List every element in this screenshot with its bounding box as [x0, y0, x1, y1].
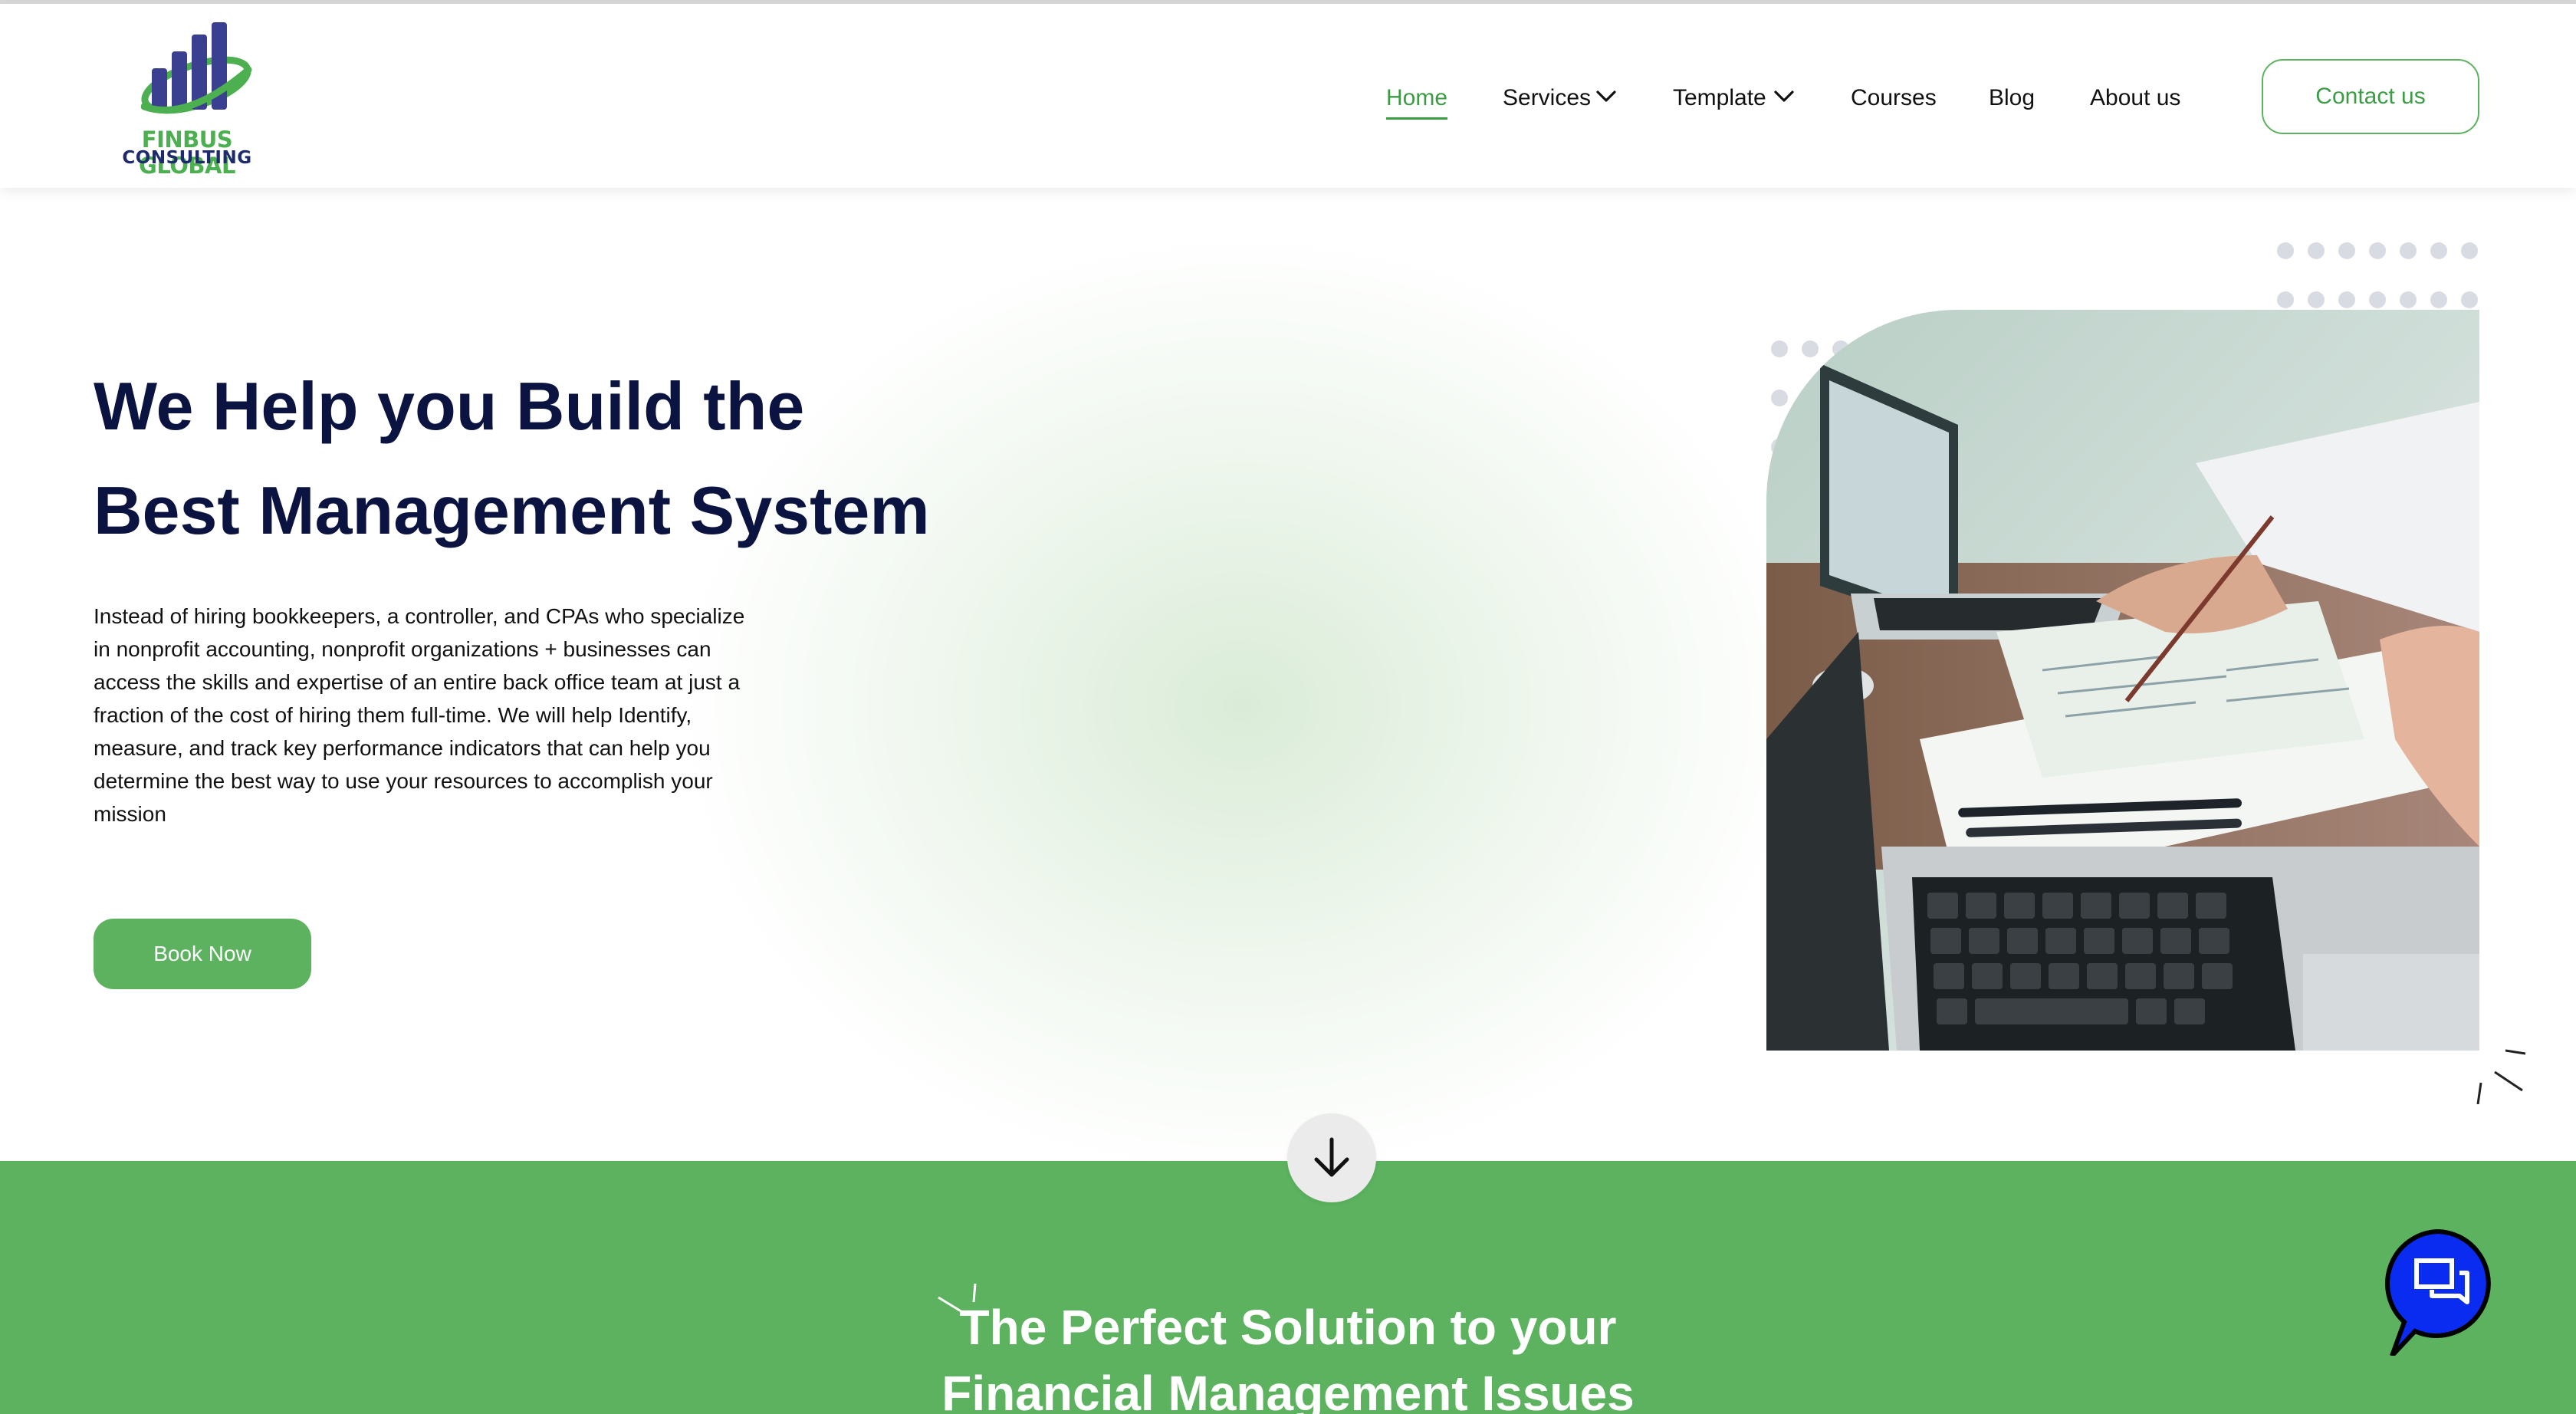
nav-item-courses[interactable]: Courses: [1851, 85, 1937, 111]
book-now-button[interactable]: Book Now: [94, 919, 311, 989]
hero-title-line-1: We Help you Build the: [94, 368, 805, 444]
section-title: The Perfect Solution to your Financial M…: [920, 1294, 1656, 1414]
hero-image: [1766, 310, 2479, 1051]
nav-item-home[interactable]: Home: [1386, 85, 1448, 120]
chevron-down-icon[interactable]: [1596, 90, 1616, 104]
nav-item-blog[interactable]: Blog: [1989, 85, 2035, 111]
hero-title: We Help you Build the Best Management Sy…: [94, 354, 1090, 563]
section-title-line-2: Financial Management Issues: [941, 1366, 1635, 1414]
site-header: FINBUS GLOBAL CONSULTING Home Services T…: [0, 4, 2576, 188]
arrow-down-icon: [1314, 1137, 1349, 1177]
nav-item-template[interactable]: Template: [1673, 85, 1766, 111]
laptop-desk-illustration: [1766, 310, 2479, 1051]
chevron-down-icon[interactable]: [1774, 90, 1794, 104]
hero-title-line-2: Best Management System: [94, 472, 930, 548]
nav-item-services[interactable]: Services: [1503, 85, 1591, 111]
chat-icon: [2385, 1228, 2491, 1358]
nav-item-about-us[interactable]: About us: [2090, 85, 2180, 111]
chat-widget-button[interactable]: [2384, 1225, 2499, 1358]
main-nav: Home Services Template Courses Blog Abou…: [0, 4, 2576, 188]
section-title-line-1: The Perfect Solution to your: [959, 1300, 1617, 1355]
contact-us-button[interactable]: Contact us: [2262, 59, 2479, 134]
scroll-down-button[interactable]: [1287, 1113, 1376, 1202]
hero-description: Instead of hiring bookkeepers, a control…: [94, 604, 745, 826]
decorative-sparks-right: [2476, 1049, 2526, 1104]
